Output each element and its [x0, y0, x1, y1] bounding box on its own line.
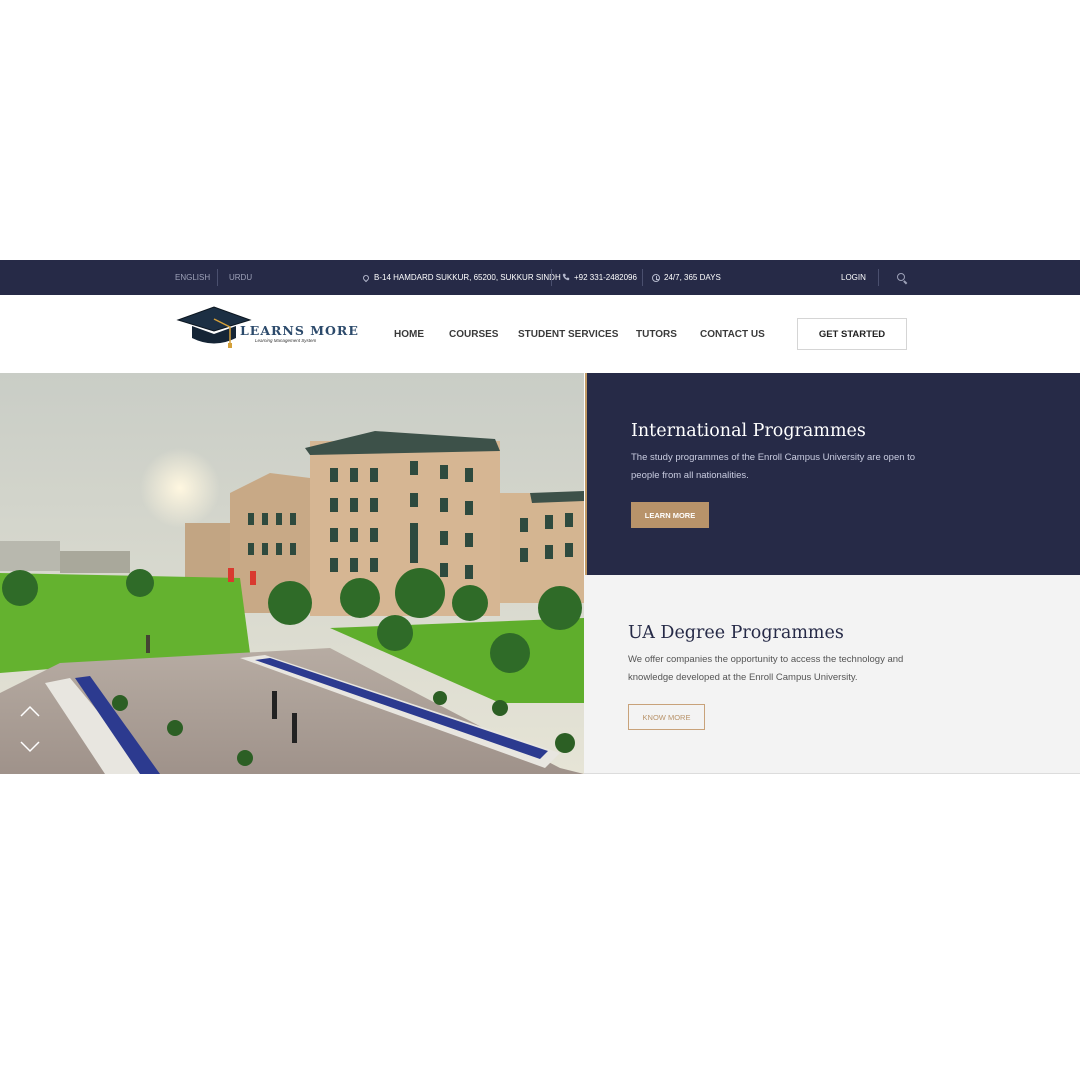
website: ENGLISH URDU B-14 HAMDARD SUKKUR, 65200,…	[0, 260, 1080, 774]
map-pin-icon	[361, 273, 371, 282]
chevron-up-icon	[20, 705, 40, 717]
panel-text: The study programmes of the Enroll Campu…	[631, 452, 916, 481]
language-english-link[interactable]: ENGLISH	[175, 260, 210, 295]
divider	[878, 269, 879, 286]
slider-prev-button[interactable]	[20, 705, 40, 717]
phone-text: +92 331-2482096	[574, 273, 637, 282]
logo-subtitle: Learning Management System	[255, 338, 317, 343]
top-bar: ENGLISH URDU B-14 HAMDARD SUKKUR, 65200,…	[0, 260, 1080, 295]
ua-degree-programmes-panel: UA Degree Programmes We offer companies …	[584, 575, 1080, 774]
phone-info: +92 331-2482096	[562, 260, 637, 295]
international-programmes-panel: International Programmes The study progr…	[585, 373, 1080, 575]
nav-home[interactable]: HOME	[394, 295, 424, 373]
address-info: B-14 HAMDARD SUKKUR, 65200, SUKKUR SINDH	[361, 260, 561, 295]
know-more-button[interactable]: KNOW MORE	[628, 704, 705, 730]
panel-title: UA Degree Programmes	[628, 623, 844, 643]
logo-title: LEARNS MORE	[240, 323, 359, 338]
get-started-button[interactable]: GET STARTED	[797, 318, 907, 350]
nav-student-services[interactable]: STUDENT SERVICES	[518, 295, 618, 373]
phone-icon	[562, 273, 570, 283]
learn-more-button[interactable]: LEARN MORE	[631, 502, 709, 528]
divider	[217, 269, 218, 286]
nav-courses[interactable]: COURSES	[449, 295, 498, 373]
chevron-down-icon	[20, 741, 40, 753]
nav-tutors[interactable]: TUTORS	[636, 295, 677, 373]
divider	[642, 269, 643, 286]
search-button[interactable]	[897, 260, 907, 295]
search-icon	[897, 272, 907, 283]
panel-title: International Programmes	[631, 421, 866, 441]
slider-next-button[interactable]	[20, 741, 40, 753]
hours-text: 24/7, 365 DAYS	[664, 273, 721, 282]
panel-text: We offer companies the opportunity to ac…	[628, 654, 904, 683]
nav-contact-us[interactable]: CONTACT US	[700, 295, 765, 373]
main-header: LEARNS MORE Learning Management System H…	[0, 295, 1080, 373]
login-link[interactable]: LOGIN	[841, 260, 866, 295]
language-urdu-link[interactable]: URDU	[229, 260, 252, 295]
site-logo[interactable]: LEARNS MORE Learning Management System	[176, 305, 358, 350]
divider	[551, 269, 552, 286]
address-text: B-14 HAMDARD SUKKUR, 65200, SUKKUR SINDH	[374, 273, 561, 282]
hours-info: 24/7, 365 DAYS	[652, 260, 721, 295]
clock-icon	[652, 273, 660, 282]
campus-hero-image	[0, 373, 584, 774]
